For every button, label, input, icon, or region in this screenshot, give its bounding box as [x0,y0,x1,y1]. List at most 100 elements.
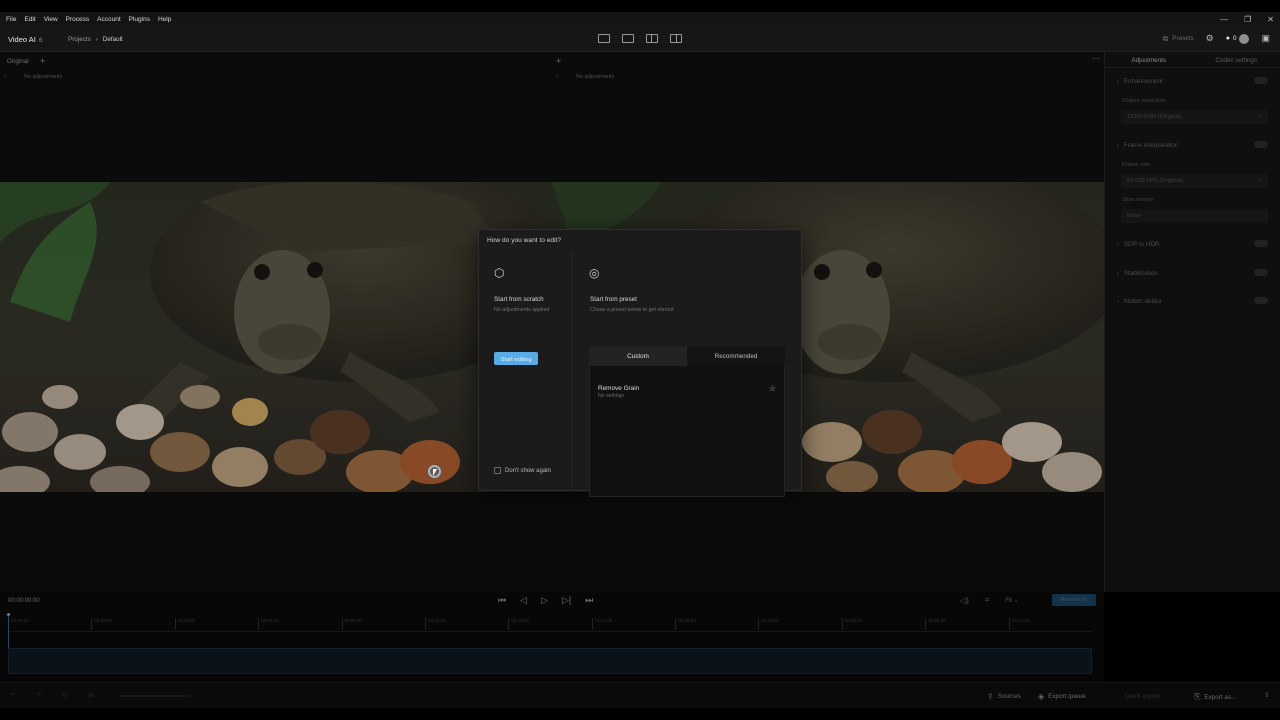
video-track[interactable] [8,648,1092,674]
crop-icon[interactable]: ⌗ [985,595,990,605]
slow-motion-select[interactable]: None [1121,209,1268,223]
gear-icon[interactable]: ⚙ [1206,33,1214,44]
app-name: Video AI [8,35,36,44]
breadcrumb-projects[interactable]: Projects [68,36,91,43]
sources-button[interactable]: ⇪ Sources [987,692,1021,701]
close-icon[interactable]: ✕ [1267,15,1274,24]
step-back-icon[interactable]: ◁ [520,595,527,606]
fit-select[interactable]: Fit ⌄ [1005,597,1018,604]
add-icon[interactable]: + [556,56,561,66]
enhancement-row[interactable]: › Enhancement [1117,77,1268,85]
zoom-in-icon[interactable]: ⊕ [88,692,93,699]
presets-button[interactable]: ⧉ Presets [1163,34,1194,44]
minimize-icon[interactable]: — [1220,15,1228,24]
edit-mode-dialog: How do you want to edit? ⬡ Start from sc… [478,229,802,497]
menu-plugins[interactable]: Plugins [125,16,154,23]
sdr-to-hdr-row[interactable]: › SDR to HDR [1117,240,1268,248]
single-view-icon[interactable] [598,34,610,43]
output-resolution-select[interactable]: 1920×1080 (Original) ⌄ [1121,110,1268,124]
add-icon[interactable]: + [40,56,45,66]
undo-icon[interactable]: ↶ [10,692,15,699]
start-editing-button[interactable]: Start editing [494,352,538,365]
redo-icon[interactable]: ↷ [36,692,41,699]
preset-circles-icon: ◎ [589,266,600,280]
original-pane-header: Original + ⁄ No adjustments [0,52,552,80]
tab-recommended[interactable]: Recommended [687,347,785,366]
stabilization-label: Stabilization [1123,270,1158,277]
slow-motion-label: Slow motion [1122,197,1154,203]
motion-deblur-toggle[interactable] [1254,297,1268,304]
transport-controls: ⏮ ◁ ▷ ▷| ⏭ [498,595,593,606]
volume-icon[interactable]: ◁) [960,596,969,605]
quick-export-label: Quick export [1124,693,1161,700]
fit-label: Fit [1005,597,1013,604]
chevron-right-icon: › [1117,142,1120,149]
scratch-title: Start from scratch [494,296,544,303]
dont-show-again-checkbox[interactable]: Don't show again [494,467,551,474]
zoom-slider[interactable] [120,695,190,697]
frame-interpolation-toggle[interactable] [1254,141,1268,148]
original-adjustments-label: No adjustments [24,74,63,80]
adjustments-panel: Adjustments Codec settings › Enhancement… [1104,52,1280,592]
timeline: 00:00:00:00 ⏮ ◁ ▷ ▷| ⏭ ◁) ⌗ Fit ⌄ Render… [0,592,1104,682]
frame-rate-select[interactable]: 59.528 FPS (Original) ⌄ [1121,174,1268,188]
fullscreen-view-icon[interactable] [622,34,634,43]
play-icon[interactable]: ▷ [541,595,548,606]
share-icon[interactable]: ⇧ [1264,692,1269,699]
star-icon[interactable]: ☆ [769,384,776,393]
preset-subtitle: Chose a preset below to get started [590,307,674,313]
render-preview-button[interactable]: Render 2s [1052,594,1096,606]
output-resolution-value: 1920×1080 (Original) [1127,114,1182,120]
credits-badge[interactable]: ● 0 [1226,33,1250,44]
step-forward-icon[interactable]: ▷| [562,595,571,606]
motion-deblur-row[interactable]: › Motion deblur [1117,297,1268,305]
more-icon[interactable]: ⋯ [1092,54,1100,63]
checkbox-box[interactable] [494,467,501,474]
timeline-tick: 00:12:00 [508,618,529,630]
menu-view[interactable]: View [40,16,62,23]
enhancement-label: Enhancement [1123,78,1163,85]
zoom-out-icon[interactable]: ⊖ [62,692,67,699]
timeline-tick: 00:08:00 [341,618,362,630]
tab-custom[interactable]: Custom [589,347,687,366]
timeline-tick: 00:18:00 [758,618,779,630]
dialog-title: How do you want to edit? [487,237,562,244]
frame-interpolation-label: Frame interpolation [1123,142,1179,149]
preset-title: Start from preset [590,296,637,303]
export-queue-button[interactable]: ◈ Export queue [1038,692,1086,701]
skip-end-icon[interactable]: ⏭ [585,595,593,606]
panel-toggle-icon[interactable]: ▣ [1261,33,1270,44]
quick-export-button[interactable]: ◌ Quick export [1116,692,1160,701]
split-view-icon[interactable] [646,34,658,43]
timeline-tick: 00:06:00 [258,618,279,630]
menu-file[interactable]: File [0,16,20,23]
export-icon: ⎘ [1194,692,1201,701]
output-resolution-label: Output resolution [1122,98,1167,104]
restore-icon[interactable]: ❐ [1244,15,1251,24]
timeline-tick: 00:02:00 [91,618,112,630]
preset-list: Remove Grain No settings ☆ [589,366,785,497]
mouse-cursor-icon [433,469,437,476]
timeline-tick: 00:00:00 [8,618,29,630]
tab-codec-settings[interactable]: Codec settings [1193,52,1280,67]
avatar[interactable] [1239,33,1250,44]
credits-count: 0 [1232,35,1237,42]
sdr-to-hdr-toggle[interactable] [1254,240,1268,247]
menu-process[interactable]: Process [62,16,93,23]
menu-help[interactable]: Help [154,16,175,23]
breadcrumb-default[interactable]: Default [103,36,123,43]
timeline-ruler[interactable]: 00:00:00 00:02:00 00:04:00 00:06:00 00:08:00… [8,614,1092,632]
timeline-tick: 00:22:00 [925,618,946,630]
stabilization-toggle[interactable] [1254,269,1268,276]
skip-start-icon[interactable]: ⏮ [498,595,506,606]
chevron-right-icon: › [1117,241,1120,248]
upload-icon: ⇪ [987,692,994,701]
enhancement-toggle[interactable] [1254,77,1268,84]
menu-edit[interactable]: Edit [20,16,39,23]
tab-adjustments[interactable]: Adjustments [1105,52,1193,67]
frame-interpolation-row[interactable]: › Frame interpolation [1117,141,1268,149]
export-as-button[interactable]: ⎘ Export as... [1194,692,1236,702]
menu-account[interactable]: Account [93,16,125,23]
stabilization-row[interactable]: › Stabilization [1117,269,1268,277]
side-by-side-view-icon[interactable] [670,34,682,43]
